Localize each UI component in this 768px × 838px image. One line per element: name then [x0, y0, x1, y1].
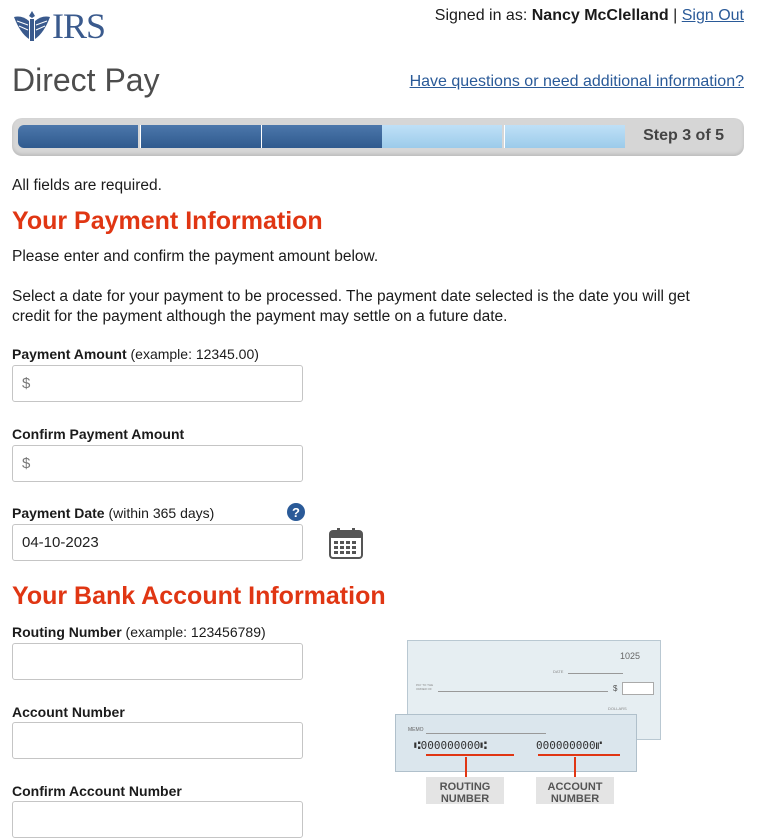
confirm-amount-label: Confirm Payment Amount — [12, 426, 184, 442]
dollar-sign: $ — [613, 684, 618, 693]
routing-number-tag: ROUTING NUMBER — [426, 777, 504, 805]
progress-bar: Step 3 of 5 — [12, 118, 744, 156]
payment-heading: Your Payment Information — [12, 207, 323, 235]
payment-intro: Please enter and confirm the payment amo… — [12, 248, 379, 265]
signed-in-status: Signed in as: Nancy McClelland | Sign Ou… — [435, 7, 744, 25]
confirm-amount-input[interactable]: $ — [12, 445, 303, 482]
payment-amount-label-text: Payment Amount — [12, 346, 127, 362]
page-title: Direct Pay — [12, 62, 160, 98]
check-date-label: DATE — [553, 669, 564, 674]
date-line — [568, 673, 623, 674]
account-underline — [538, 754, 620, 756]
account-label: Account Number — [12, 704, 125, 720]
memo-line — [426, 733, 546, 734]
user-name: Nancy McClelland — [531, 7, 669, 24]
sign-out-link[interactable]: Sign Out — [682, 7, 744, 24]
payment-date-input[interactable]: 04-10-2023 — [12, 524, 303, 561]
logo-text: IRS — [52, 6, 106, 46]
check-front: MEMO ⑆000000000⑆ 000000000⑈ — [395, 714, 637, 772]
progress-step-3 — [261, 125, 382, 148]
account-digits: 000000000⑈ — [536, 739, 603, 752]
payment-date-label: Payment Date (within 365 days) — [12, 505, 214, 521]
bank-heading: Your Bank Account Information — [12, 582, 386, 610]
payment-date-value: 04-10-2023 — [22, 534, 99, 551]
memo-label: MEMO — [408, 727, 424, 733]
routing-number-input[interactable] — [12, 643, 303, 680]
confirm-account-input[interactable] — [12, 801, 303, 838]
payment-amount-hint: (example: 12345.00) — [130, 346, 259, 362]
check-illustration: 1025 DATE PAY TO THE ORDER OF $ DOLLARS … — [391, 638, 661, 772]
confirm-account-label-text: Confirm Account Number — [12, 783, 182, 799]
payment-date-note: Select a date for your payment to be pro… — [12, 288, 690, 325]
help-link[interactable]: Have questions or need additional inform… — [410, 73, 744, 91]
progress-step-2 — [140, 125, 261, 148]
routing-label-text: Routing Number — [12, 624, 122, 640]
confirm-amount-label-text: Confirm Payment Amount — [12, 426, 185, 442]
account-number-tag: ACCOUNT NUMBER — [536, 777, 614, 805]
routing-hint: (example: 123456789) — [125, 624, 266, 640]
amount-box — [622, 682, 654, 695]
eagle-seal-icon — [14, 11, 50, 41]
step-label: Step 3 of 5 — [643, 127, 724, 144]
payment-amount-label: Payment Amount (example: 12345.00) — [12, 346, 259, 362]
check-number: 1025 — [619, 651, 640, 661]
payment-amount-placeholder: $ — [22, 375, 31, 392]
confirm-account-label: Confirm Account Number — [12, 783, 182, 799]
irs-logo[interactable]: IRS — [12, 6, 106, 46]
routing-pointer — [465, 757, 467, 777]
dollars-label: DOLLARS — [608, 706, 627, 711]
pay-to-label: PAY TO THE ORDER OF — [416, 683, 434, 691]
progress-step-1 — [18, 125, 138, 148]
payment-amount-input[interactable]: $ — [12, 365, 303, 402]
routing-label: Routing Number (example: 123456789) — [12, 624, 266, 640]
separator: | — [673, 7, 678, 24]
confirm-amount-placeholder: $ — [22, 455, 31, 472]
account-number-input[interactable] — [12, 722, 303, 759]
required-note: All fields are required. — [12, 177, 162, 194]
progress-step-5 — [504, 125, 625, 148]
payee-line — [438, 691, 608, 692]
help-question-icon[interactable]: ? — [287, 503, 305, 521]
payment-date-hint: (within 365 days) — [108, 505, 215, 521]
calendar-icon[interactable] — [329, 527, 363, 559]
signed-in-prefix: Signed in as: — [434, 7, 528, 24]
payment-date-label-text: Payment Date — [12, 505, 105, 521]
account-label-text: Account Number — [12, 704, 125, 720]
routing-underline — [426, 754, 514, 756]
account-pointer — [574, 757, 576, 777]
progress-step-4 — [382, 125, 502, 148]
routing-digits: ⑆000000000⑆ — [414, 739, 487, 752]
